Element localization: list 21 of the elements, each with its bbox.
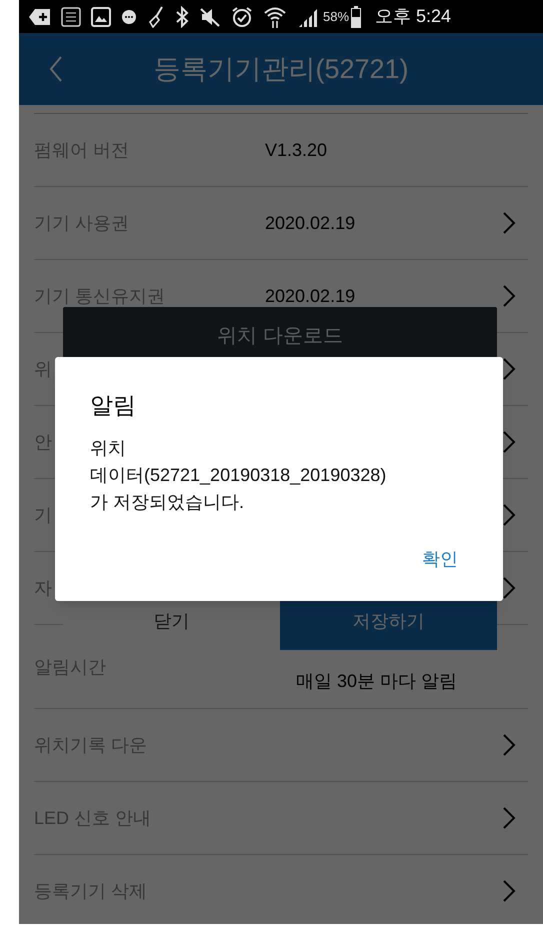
clock-time: 오후 5:24 — [375, 5, 452, 28]
back-chevron-icon — [49, 55, 63, 83]
battery-icon — [351, 6, 362, 28]
bluetooth-icon — [175, 6, 189, 28]
setting-value: V1.3.20 — [265, 138, 328, 162]
tag-plus-icon — [29, 8, 51, 26]
broom-icon — [147, 6, 165, 28]
chat-bubble-icon — [121, 8, 137, 24]
image-icon — [91, 6, 111, 26]
setting-value: 2020.02.19 — [265, 284, 356, 308]
header-title: 등록기기관리(52721) — [153, 52, 409, 86]
setting-value: 2020.02.19 — [265, 212, 356, 234]
battery-percent: 58% — [323, 8, 350, 26]
list-icon — [61, 6, 81, 26]
mute-icon — [199, 6, 221, 26]
alert-message: 위치 데이터(52721_20190318_20190328) 가 저장되었습니다. — [90, 437, 388, 514]
setting-value: 매일 30분 마다 알림 — [296, 670, 458, 693]
wifi-icon — [263, 4, 287, 28]
confirm-button[interactable]: 확인 — [422, 546, 458, 573]
alert-title: 알림 — [90, 391, 137, 420]
alarm-clock-icon — [231, 6, 253, 28]
